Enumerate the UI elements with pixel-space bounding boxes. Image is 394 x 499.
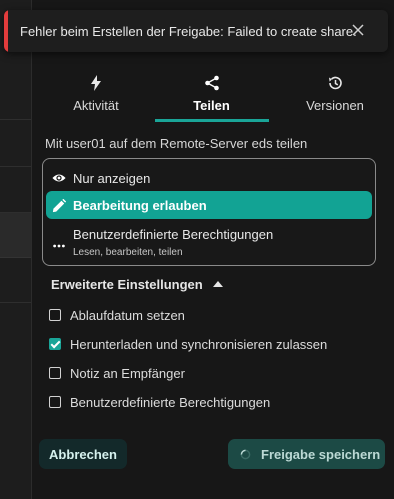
sidebar-tabs: Aktivität Teilen Versionen [32,70,394,122]
active-tab-indicator [155,119,269,122]
permission-sublabel: Lesen, bearbeiten, teilen [73,247,183,258]
advanced-settings-label: Erweiterte Einstellungen [51,277,203,292]
error-toast: Fehler beim Erstellen der Freigabe: Fail… [4,10,388,52]
file-row [0,166,31,167]
history-icon [329,76,342,90]
checkbox-label: Ablaufdatum setzen [70,307,185,323]
pencil-icon [52,199,66,213]
tab-activity[interactable]: Aktivität [46,70,146,122]
permission-option-allow-editing[interactable]: Bearbeitung erlauben [46,191,372,219]
permission-label: Bearbeitung erlauben [73,198,207,213]
checkbox-label: Benutzerdefinierte Berechtigungen [70,394,271,410]
save-share-label: Freigabe speichern [261,446,381,462]
tab-sharing[interactable]: Teilen [154,70,269,122]
loading-spinner-icon [240,449,251,459]
checkbox-expiration-date[interactable]: Ablaufdatum setzen [49,305,185,325]
checkbox-label: Herunterladen und synchronisieren zulass… [70,336,328,352]
dots-icon [53,244,65,248]
tab-activity-label: Aktivität [73,98,119,113]
save-share-button[interactable]: Freigabe speichern [228,439,385,469]
file-row [0,302,31,303]
toast-error-stripe [4,10,8,52]
cancel-button[interactable]: Abbrechen [39,439,127,469]
caret-up-icon [212,281,223,287]
advanced-settings-toggle[interactable]: Erweiterte Einstellungen [51,277,223,292]
checkbox-allow-download[interactable]: Herunterladen und synchronisieren zulass… [49,334,327,354]
tab-sharing-label: Teilen [193,98,230,113]
permission-option-view-only[interactable]: Nur anzeigen [46,163,372,191]
tab-versions[interactable]: Versionen [280,70,390,122]
checkbox-note-to-recipient[interactable]: Notiz an Empfänger [49,363,185,383]
permission-label: Nur anzeigen [73,171,151,186]
checkbox-custom-permissions[interactable]: Benutzerdefinierte Berechtigungen [49,392,270,412]
permission-label: Benutzerdefinierte Berechtigungen [73,227,274,242]
permission-option-custom[interactable]: Benutzerdefinierte Berechtigungen Lesen,… [46,223,372,263]
toast-message: Fehler beim Erstellen der Freigabe: Fail… [20,23,357,39]
share-icon [204,75,219,91]
lightning-icon [91,75,101,91]
checkbox-box[interactable] [49,309,61,321]
checkbox-box[interactable] [49,396,61,408]
file-row-selected [0,212,31,258]
checkbox-box[interactable] [49,338,61,350]
file-row [0,119,31,120]
eye-icon [52,174,66,182]
permission-dropdown: Nur anzeigen Bearbeitung erlauben Benutz… [42,158,376,266]
checkbox-label: Notiz an Empfänger [70,365,185,381]
tab-versions-label: Versionen [306,98,364,113]
share-heading: Mit user01 auf dem Remote-Server eds tei… [45,136,308,151]
close-icon[interactable] [350,22,366,38]
checkbox-box[interactable] [49,367,61,379]
